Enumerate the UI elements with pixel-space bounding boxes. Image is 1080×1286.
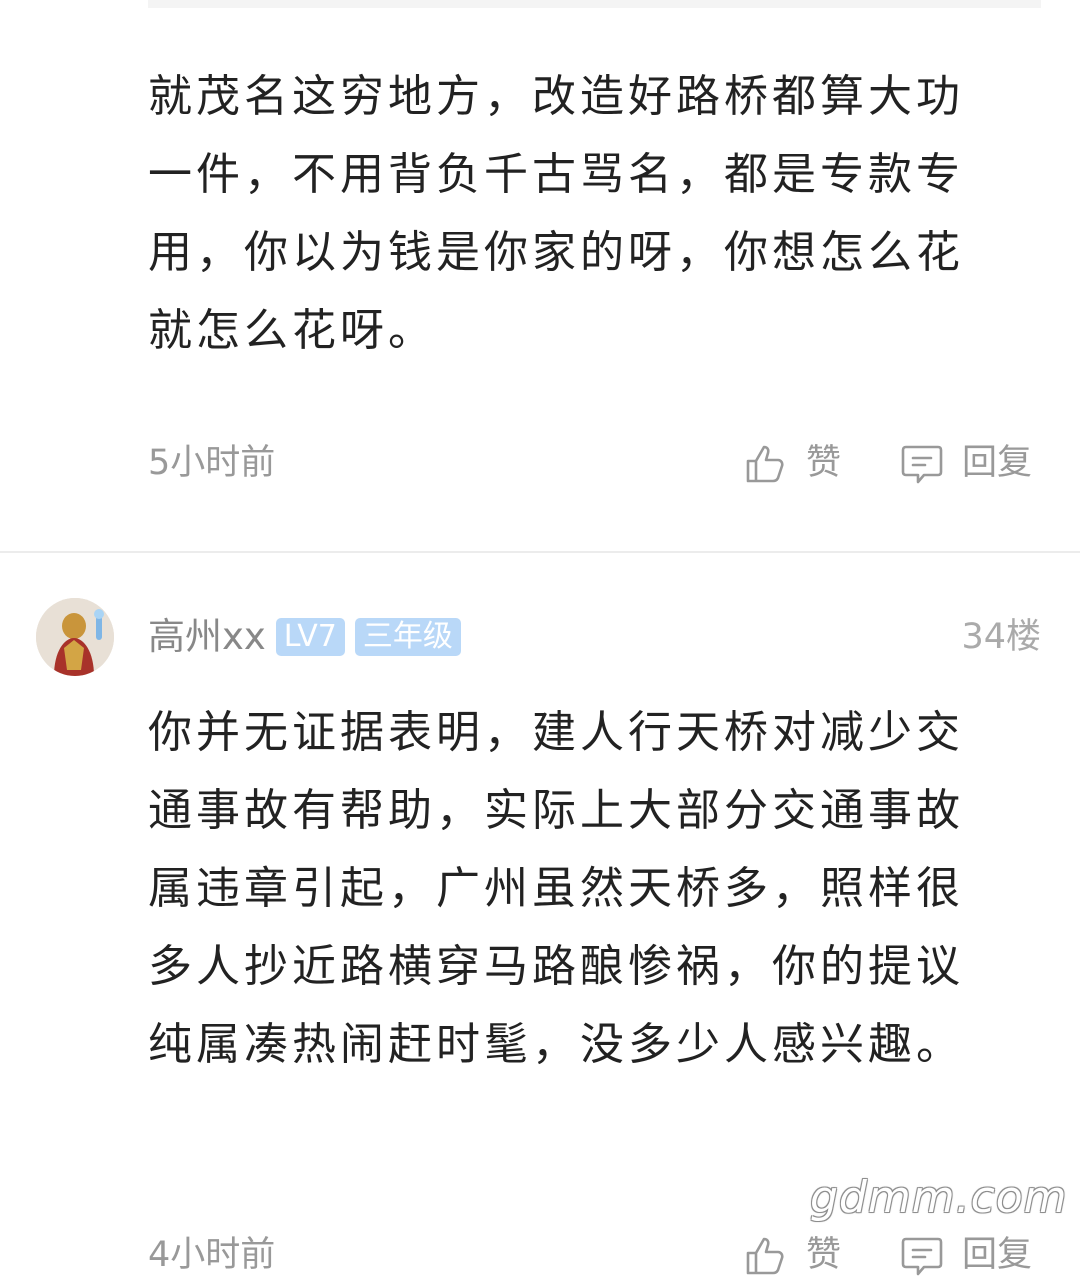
comment-bubble-icon: [900, 1233, 944, 1277]
reply-label: 回复: [962, 1235, 1033, 1275]
grade-badge: 三年级: [354, 618, 461, 656]
comment-timestamp: 4小时前: [148, 1235, 276, 1275]
like-label: 赞: [806, 443, 842, 483]
comment-body: 就茂名这穷地方，改造好路桥都算大功一件，不用背负千古骂名，都是专款专用，你以为钱…: [148, 71, 964, 356]
comment-divider: [0, 551, 1080, 553]
watermark: gdmm.com: [810, 1172, 1068, 1223]
floor-number: 34楼: [961, 617, 1041, 657]
username[interactable]: 高州xx: [148, 612, 266, 662]
comment-author-row: 高州xx LV7 三年级: [148, 612, 461, 662]
reply-button[interactable]: 回复: [900, 1230, 1032, 1280]
like-button[interactable]: 赞: [744, 438, 841, 488]
comment-timestamp: 5小时前: [148, 443, 276, 483]
comment-meta-row: 5小时前 赞 回复: [148, 438, 1041, 488]
comment-body: 你并无证据表明，建人行天桥对减少交通事故有帮助，实际上大部分交通事故属违章引起，…: [148, 707, 964, 1070]
previous-quote-block: [148, 0, 1041, 8]
reply-button[interactable]: 回复: [900, 438, 1032, 488]
comment-meta-row: 4小时前 赞 回复: [148, 1230, 1041, 1280]
thumbs-up-icon: [744, 1233, 788, 1277]
like-button[interactable]: 赞: [744, 1230, 841, 1280]
like-label: 赞: [806, 1235, 842, 1275]
comment-bubble-icon: [900, 441, 944, 485]
user-avatar[interactable]: [36, 598, 114, 676]
thumbs-up-icon: [744, 441, 788, 485]
level-badge: LV7: [275, 618, 345, 656]
reply-label: 回复: [962, 443, 1033, 483]
